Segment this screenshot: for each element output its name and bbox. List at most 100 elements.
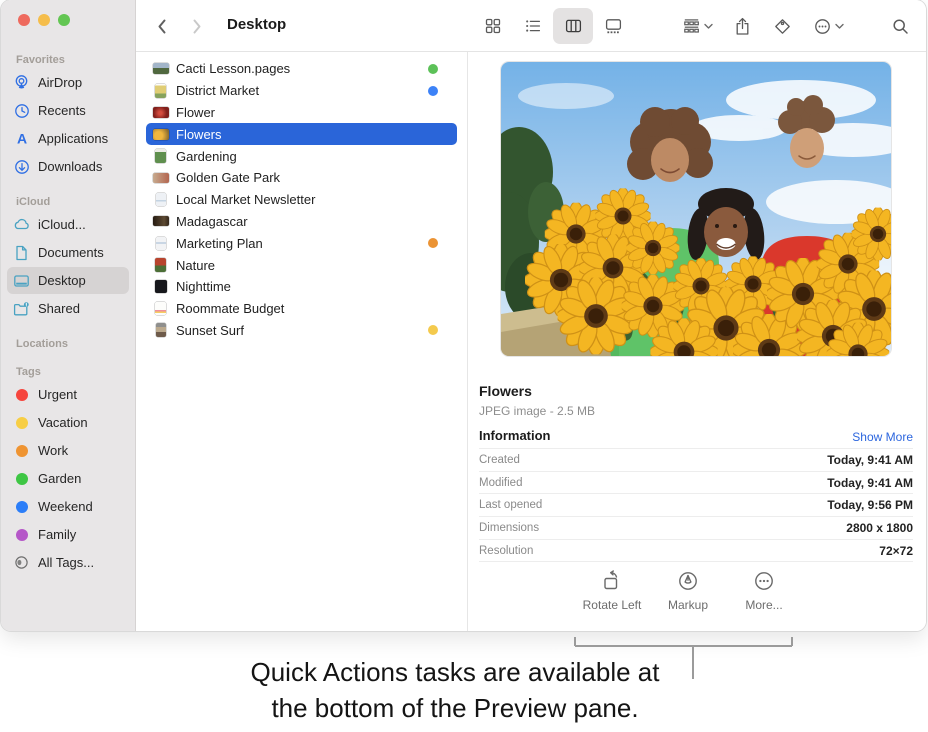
sidebar-item-tag-vacation[interactable]: Vacation	[7, 409, 129, 436]
file-row-sunset-surf[interactable]: Sunset Surf	[146, 320, 457, 342]
sidebar-item-airdrop[interactable]: AirDrop	[7, 69, 129, 96]
group-by-icon	[683, 18, 700, 34]
back-button[interactable]	[150, 14, 174, 38]
file-name: District Market	[176, 83, 259, 98]
file-row-nighttime[interactable]: Nighttime	[146, 276, 457, 298]
file-thumbnail	[152, 322, 169, 339]
info-value: 72×72	[879, 544, 913, 558]
quick-actions: Rotate Left Markup	[459, 570, 917, 612]
sidebar-item-label: Downloads	[38, 159, 102, 174]
sidebar-item-icloud-drive[interactable]: iCloud...	[7, 211, 129, 238]
caption-line-2: the bottom of the Preview pane.	[0, 691, 919, 727]
cloud-icon	[12, 216, 31, 234]
info-value: Today, 9:41 AM	[827, 476, 913, 490]
sidebar-item-tag-weekend[interactable]: Weekend	[7, 493, 129, 520]
sidebar-item-applications[interactable]: A Applications	[7, 125, 129, 152]
file-name: Gardening	[176, 149, 237, 164]
search-icon	[892, 18, 909, 35]
gallery-view-button[interactable]	[593, 8, 633, 44]
sidebar-item-label: iCloud...	[38, 217, 86, 232]
sidebar-item-documents[interactable]: Documents	[7, 239, 129, 266]
preview-file-meta: JPEG image - 2.5 MB	[479, 404, 595, 418]
quick-action-label: Rotate Left	[583, 598, 642, 612]
tags-button[interactable]	[766, 8, 798, 44]
show-more-link[interactable]: Show More	[852, 430, 913, 444]
sidebar-item-downloads[interactable]: Downloads	[7, 153, 129, 180]
column-view-icon	[565, 18, 582, 34]
info-row-modified: Modified Today, 9:41 AM	[479, 472, 913, 495]
file-row-marketing-plan[interactable]: Marketing Plan	[146, 232, 457, 254]
sidebar-item-label: All Tags...	[38, 555, 94, 570]
sidebar-item-label: Documents	[38, 245, 104, 260]
sidebar-item-recents[interactable]: Recents	[7, 97, 129, 124]
chevron-left-icon	[156, 18, 168, 35]
sidebar-item-tag-family[interactable]: Family	[7, 521, 129, 548]
sidebar-item-label: Urgent	[38, 387, 77, 402]
zoom-window-icon[interactable]	[58, 14, 70, 26]
share-button[interactable]	[726, 8, 758, 44]
sidebar-item-label: Shared	[38, 301, 80, 316]
more-actions-button[interactable]	[802, 8, 856, 44]
file-row-flowers-selected[interactable]: Flowers	[146, 123, 457, 145]
quick-action-label: More...	[745, 598, 782, 612]
file-name: Madagascar	[176, 214, 248, 229]
file-tag-dot	[428, 325, 438, 335]
share-icon	[734, 17, 751, 36]
more-icon	[753, 570, 775, 592]
file-name: Flowers	[176, 127, 222, 142]
info-row-resolution: Resolution 72×72	[479, 540, 913, 563]
sidebar: Favorites AirDrop Recents	[1, 0, 136, 631]
list-view-button[interactable]	[513, 8, 553, 44]
close-window-icon[interactable]	[18, 14, 30, 26]
file-tag-dot	[428, 86, 438, 96]
file-name: Marketing Plan	[176, 236, 263, 251]
sidebar-item-desktop[interactable]: Desktop	[7, 267, 129, 294]
file-row-golden-gate-park[interactable]: Golden Gate Park	[146, 167, 457, 189]
file-row-district-market[interactable]: District Market	[146, 80, 457, 102]
file-row-roommate-budget[interactable]: Roommate Budget	[146, 298, 457, 320]
sidebar-item-tag-work[interactable]: Work	[7, 437, 129, 464]
forward-button[interactable]	[185, 14, 209, 38]
sidebar-item-tag-urgent[interactable]: Urgent	[7, 381, 129, 408]
markup-button[interactable]: Markup	[650, 570, 726, 612]
file-thumbnail	[152, 278, 169, 295]
info-value: Today, 9:41 AM	[827, 453, 913, 467]
sidebar-item-shared[interactable]: Shared	[7, 295, 129, 322]
file-row-flower[interactable]: Flower	[146, 102, 457, 124]
chevron-down-icon	[835, 23, 844, 30]
group-by-button[interactable]	[671, 8, 725, 44]
file-name: Roommate Budget	[176, 301, 284, 316]
more-quick-actions-button[interactable]: More...	[726, 570, 802, 612]
sidebar-section-tags: Tags	[1, 366, 135, 378]
icon-view-button[interactable]	[473, 8, 513, 44]
rotate-left-icon	[601, 570, 623, 592]
applications-icon: A	[12, 130, 31, 148]
traffic-lights	[18, 14, 70, 26]
information-table: Created Today, 9:41 AM Modified Today, 9…	[479, 448, 913, 562]
sidebar-item-label: Desktop	[38, 273, 86, 288]
chevron-down-icon	[704, 23, 713, 30]
file-row-cacti-lesson[interactable]: Cacti Lesson.pages	[146, 58, 457, 80]
file-row-madagascar[interactable]: Madagascar	[146, 211, 457, 233]
column-view-button[interactable]	[553, 8, 593, 44]
sidebar-item-label: Garden	[38, 471, 81, 486]
minimize-window-icon[interactable]	[38, 14, 50, 26]
file-list-column: Cacti Lesson.pages District Market Flowe…	[136, 52, 468, 631]
rotate-left-button[interactable]: Rotate Left	[574, 570, 650, 612]
file-thumbnail	[152, 60, 169, 77]
file-row-gardening[interactable]: Gardening	[146, 145, 457, 167]
search-button[interactable]	[884, 8, 916, 44]
sidebar-item-tag-garden[interactable]: Garden	[7, 465, 129, 492]
file-name: Local Market Newsletter	[176, 192, 315, 207]
icon-view-icon	[485, 18, 501, 34]
sidebar-section-favorites: Favorites	[1, 54, 135, 66]
document-icon	[12, 244, 31, 262]
file-thumbnail	[152, 300, 169, 317]
file-thumbnail	[152, 126, 169, 143]
file-row-local-market-newsletter[interactable]: Local Market Newsletter	[146, 189, 457, 211]
tag-color-dot	[12, 386, 31, 404]
list-view-icon	[525, 18, 541, 34]
sidebar-item-all-tags[interactable]: All Tags...	[7, 549, 129, 576]
file-row-nature[interactable]: Nature	[146, 254, 457, 276]
file-name: Nighttime	[176, 279, 231, 294]
